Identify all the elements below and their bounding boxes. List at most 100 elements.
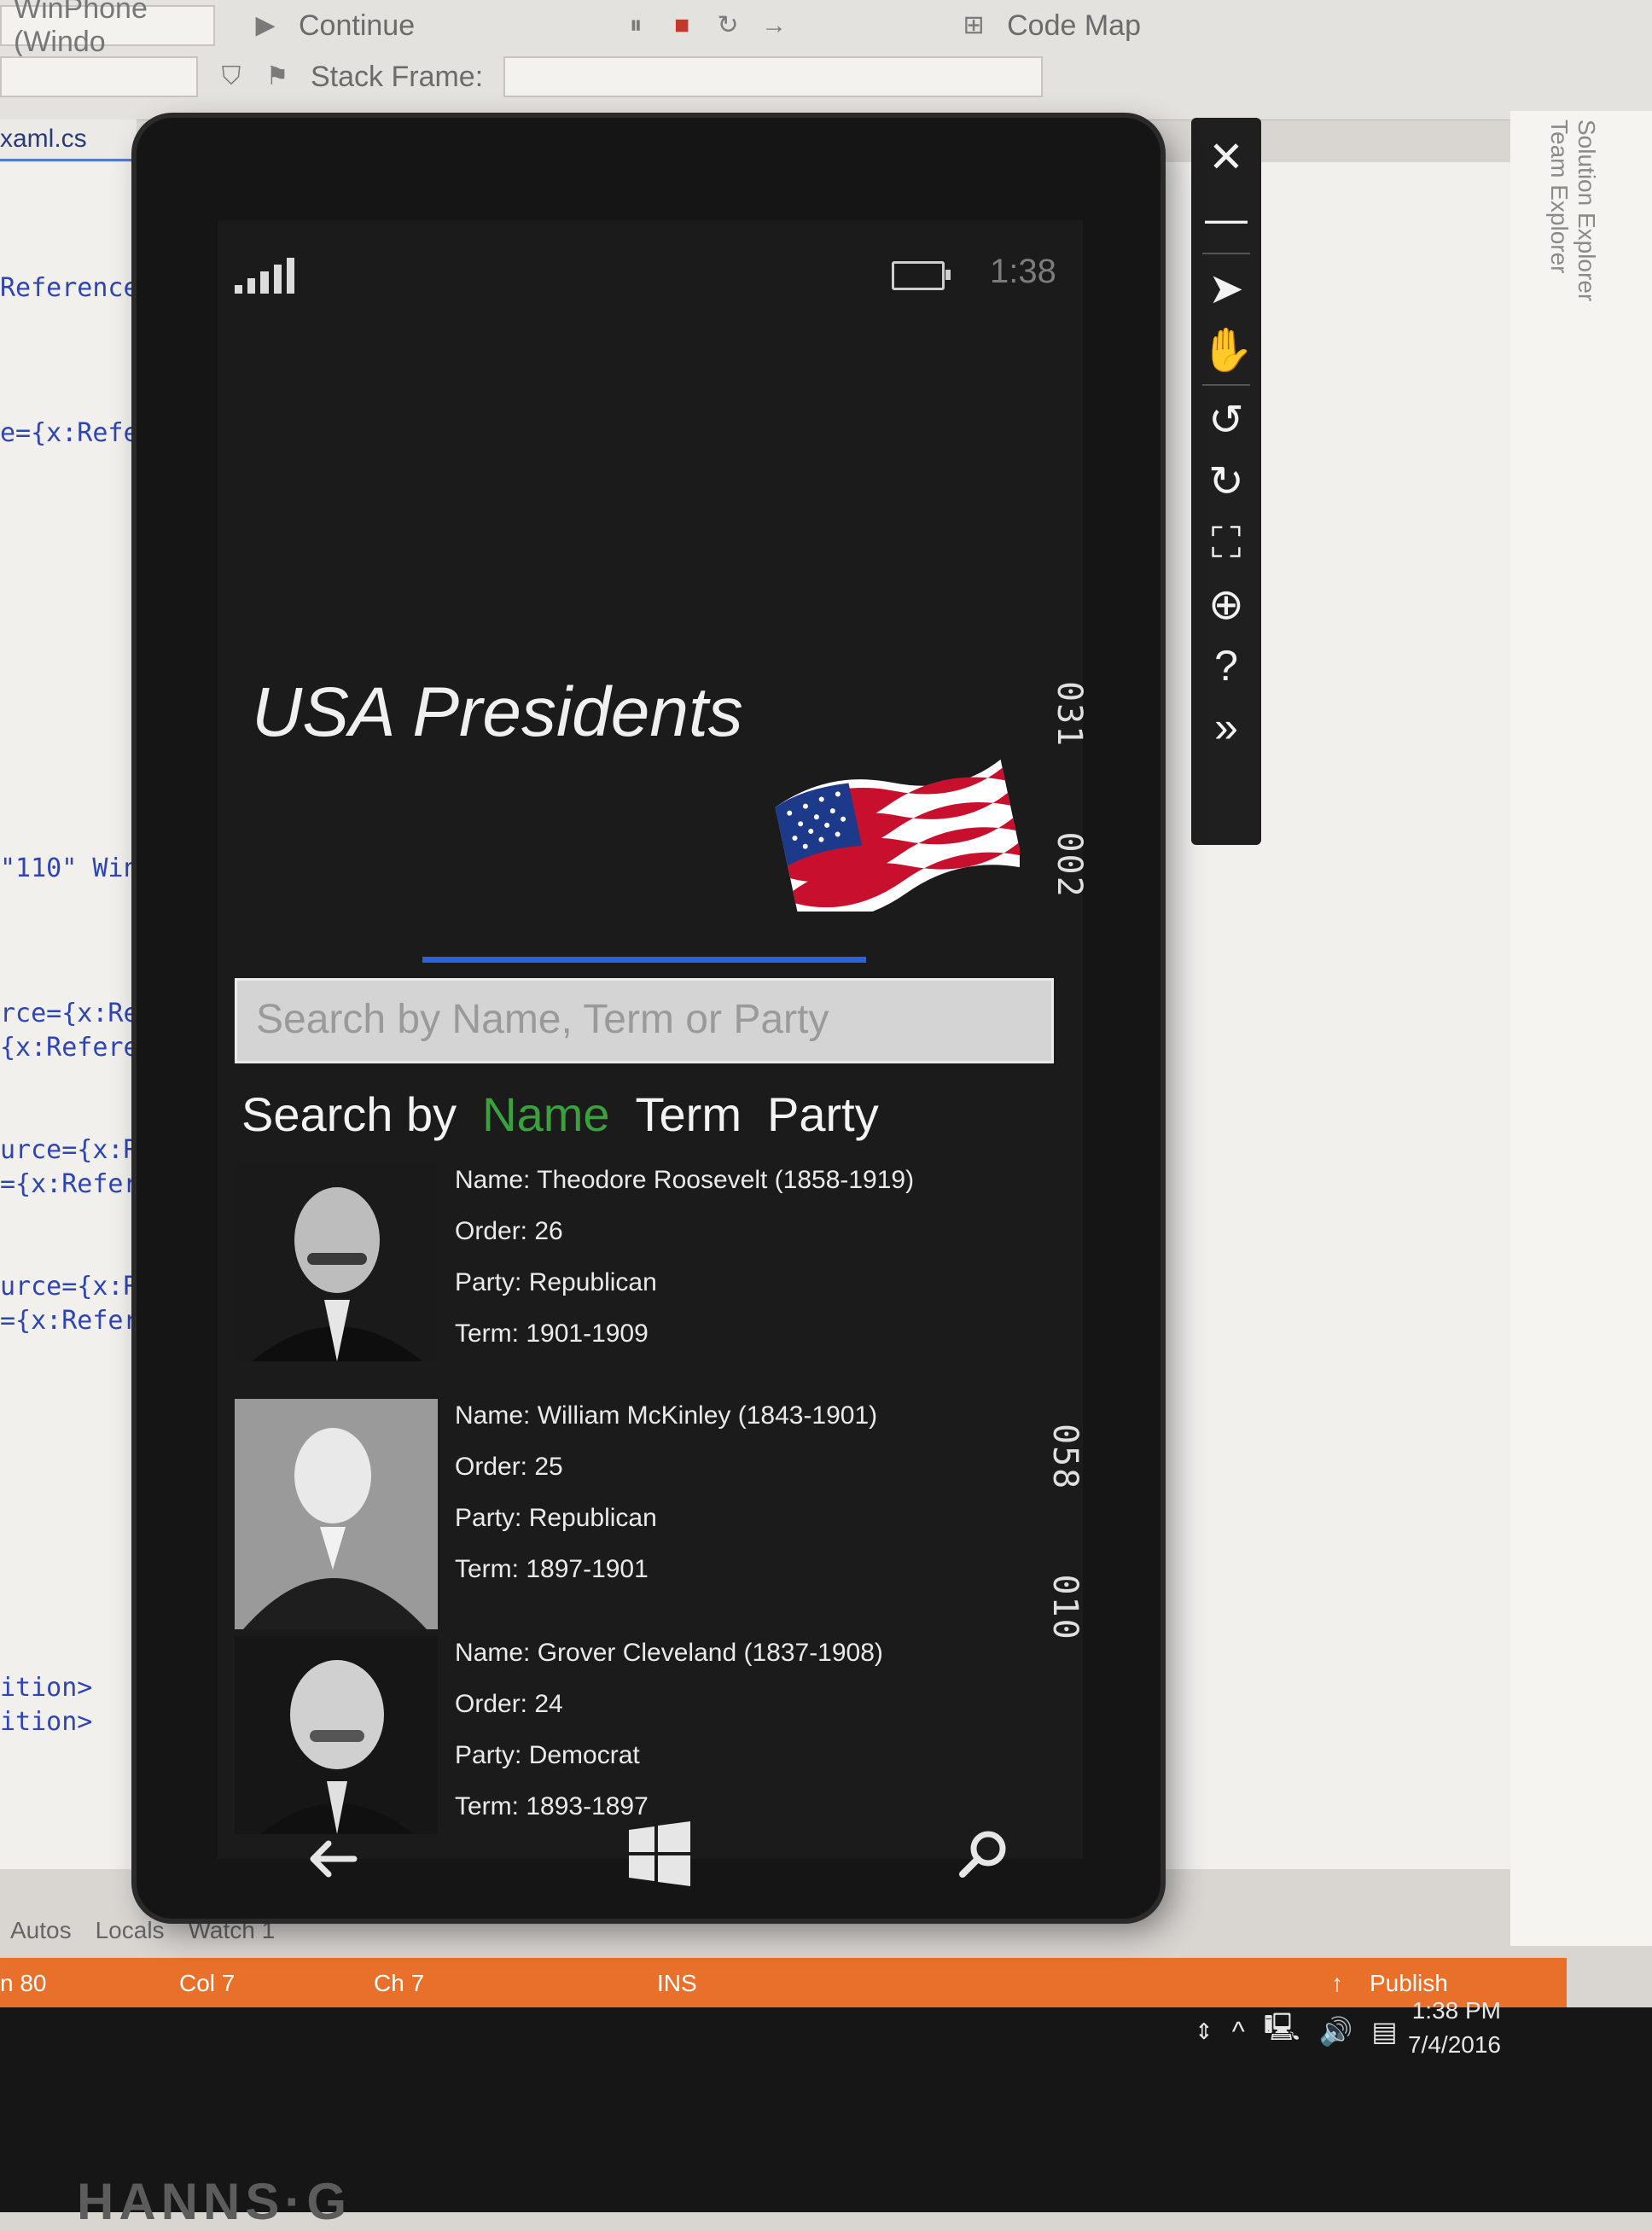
fit-to-screen-icon[interactable]: ⛶ xyxy=(1201,512,1252,574)
search-by-term-option[interactable]: Term xyxy=(636,1086,742,1142)
president-info: Name: William McKinley (1843-1901) Order… xyxy=(455,1399,877,1604)
president-term: Term: 1901-1909 xyxy=(455,1319,649,1348)
portrait-image xyxy=(235,1636,438,1834)
code-line: ition> xyxy=(0,1707,93,1737)
emulator-toolbar: ✕ — ➤ ✋ ↺ ↻ ⛶ ⊕?» xyxy=(1191,118,1261,845)
close-icon[interactable]: ✕ xyxy=(1201,126,1252,188)
search-input[interactable]: Search by Name, Term or Party xyxy=(235,978,1054,1063)
minimize-icon[interactable]: — xyxy=(1201,188,1252,249)
code-map-button[interactable]: Code Map xyxy=(1007,9,1141,43)
president-info: Name: Theodore Roosevelt (1858-1919) Ord… xyxy=(455,1163,914,1368)
loading-progress-bar xyxy=(422,957,866,963)
editor-tab-label: xaml.cs xyxy=(0,125,87,153)
flag-icon[interactable]: ⚑ xyxy=(265,64,290,90)
portrait-image xyxy=(235,1163,438,1361)
battery-icon xyxy=(892,261,951,290)
zoom-icon[interactable]: ⊕ xyxy=(1201,574,1252,635)
code-line: "110" WinP xyxy=(0,853,154,883)
stack-frame-label: Stack Frame: xyxy=(311,60,484,93)
solution-explorer-tab[interactable]: Solution Explorer xyxy=(1573,119,1600,512)
watch-tab[interactable]: Watch 1 xyxy=(189,1917,276,1944)
president-order: Order: 26 xyxy=(455,1217,563,1245)
side-panel-tabs: Solution Explorer Team Explorer xyxy=(1546,119,1600,546)
frame-counter-value: 031 xyxy=(1050,681,1089,749)
president-party: Party: Republican xyxy=(455,1504,657,1532)
locals-tab[interactable]: Locals xyxy=(96,1917,165,1944)
phone-clock: 1:38 xyxy=(990,253,1056,290)
stack-frame-dropdown[interactable] xyxy=(503,56,1044,97)
hand-icon[interactable]: ✋ xyxy=(1201,319,1254,381)
search-by-filter: Search by Name Term Party xyxy=(241,1086,879,1142)
president-name: Name: Theodore Roosevelt (1858-1919) xyxy=(455,1166,915,1194)
president-term: Term: 1897-1901 xyxy=(455,1555,649,1583)
phone-nav-bar xyxy=(137,1821,1160,1919)
toolbar-separator xyxy=(1202,253,1250,254)
president-party: Party: Democrat xyxy=(455,1741,640,1769)
continue-icon[interactable]: ▶ xyxy=(253,13,278,38)
signal-strength-icon xyxy=(235,254,295,294)
help-icon[interactable]: ? xyxy=(1201,635,1252,696)
editor-tab[interactable]: xaml.cs xyxy=(0,119,137,161)
president-info: Name: Grover Cleveland (1837-1908) Order… xyxy=(455,1636,883,1841)
list-item[interactable]: Name: Theodore Roosevelt (1858-1919) Ord… xyxy=(235,1163,1054,1399)
tray-date: 7/4/2016 xyxy=(1408,2031,1501,2058)
phone-emulator: 1:38 USA Presidents 031 002 058 010 Sear… xyxy=(137,118,1160,1919)
frame-counter-value: 002 xyxy=(1050,831,1089,899)
code-line: e={x:Refe xyxy=(0,418,139,448)
continue-button[interactable]: Continue xyxy=(299,9,415,43)
stop-icon[interactable]: ■ xyxy=(669,13,695,38)
monitor-brand-logo: HANNS·G xyxy=(77,2173,352,2230)
windows-icon[interactable] xyxy=(627,1821,692,1886)
thread-dropdown[interactable] xyxy=(0,56,198,97)
status-line: n 80 xyxy=(0,1970,47,1996)
network-icon[interactable]: 🖳 xyxy=(1264,2008,1300,2054)
step-icon[interactable]: → xyxy=(761,13,787,38)
break-all-icon[interactable]: ⏸ xyxy=(623,13,649,38)
phone-screen: 1:38 USA Presidents 031 002 058 010 Sear… xyxy=(218,220,1089,1859)
app-title: USA Presidents xyxy=(252,673,743,751)
team-explorer-tab[interactable]: Team Explorer xyxy=(1545,119,1573,512)
toolbar-separator xyxy=(1202,384,1250,386)
list-item[interactable]: Name: William McKinley (1843-1901) Order… xyxy=(235,1399,1054,1636)
action-center-icon[interactable]: ▤ xyxy=(1371,2015,1397,2048)
code-line: {x:Referen xyxy=(0,1033,154,1063)
back-icon[interactable] xyxy=(303,1833,363,1884)
president-name: Name: Grover Cleveland (1837-1908) xyxy=(455,1639,883,1667)
search-by-name-option[interactable]: Name xyxy=(482,1086,609,1142)
vs-toolbar: WinPhone (Windo ▶ Continue ⏸ ■ ↻ → ⊞ Cod… xyxy=(0,0,1652,120)
president-order: Order: 25 xyxy=(455,1453,563,1481)
president-name: Name: William McKinley (1843-1901) xyxy=(455,1401,878,1430)
frame-counter-upper: 031 002 xyxy=(1050,681,1089,899)
publish-icon[interactable]: ↑ xyxy=(1331,1970,1343,1997)
search-by-label: Search by xyxy=(241,1087,457,1141)
phone-status-bar: 1:38 xyxy=(218,220,1083,323)
device-target-dropdown[interactable]: WinPhone (Windo xyxy=(0,0,215,58)
rotate-right-icon[interactable]: ↻ xyxy=(1201,451,1252,512)
volume-icon[interactable]: 🔊 xyxy=(1319,2015,1353,2048)
tray-time: 1:38 PM xyxy=(1411,1997,1501,2024)
president-order: Order: 24 xyxy=(455,1690,563,1718)
tray-clock[interactable]: 1:38 PM 7/4/2016 xyxy=(1408,1994,1501,2062)
status-mode: INS xyxy=(657,1970,697,1996)
pointer-icon[interactable]: ➤ xyxy=(1201,258,1252,319)
status-col: Col 7 xyxy=(179,1970,236,1996)
autos-tab[interactable]: Autos xyxy=(10,1917,72,1944)
system-tray: ⇕ ^ 🖳 🔊 ▤ xyxy=(1195,1997,1570,2065)
code-map-icon[interactable]: ⊞ xyxy=(961,13,986,38)
additional-tools-icon[interactable]: » xyxy=(1201,696,1252,758)
toolbar-row-stack: ⛉ ⚑ Stack Frame: xyxy=(0,51,1044,102)
rotate-left-icon[interactable]: ↺ xyxy=(1201,389,1252,451)
filter-icon[interactable]: ⛉ xyxy=(218,64,244,90)
code-line: ition> xyxy=(0,1673,93,1703)
code-line: rce={x:Ref xyxy=(0,999,154,1028)
status-ch: Ch 7 xyxy=(374,1970,425,1996)
code-line: Reference xyxy=(0,273,139,303)
tray-overflow-icon[interactable]: ^ xyxy=(1232,2016,1245,2048)
tray-scroll-icon[interactable]: ⇕ xyxy=(1195,2018,1213,2045)
restart-icon[interactable]: ↻ xyxy=(715,13,741,38)
search-by-party-option[interactable]: Party xyxy=(767,1086,879,1142)
us-flag-icon xyxy=(775,759,1020,912)
search-icon[interactable] xyxy=(956,1826,1012,1883)
president-list: Name: Theodore Roosevelt (1858-1919) Ord… xyxy=(235,1163,1054,1872)
president-party: Party: Republican xyxy=(455,1268,657,1296)
